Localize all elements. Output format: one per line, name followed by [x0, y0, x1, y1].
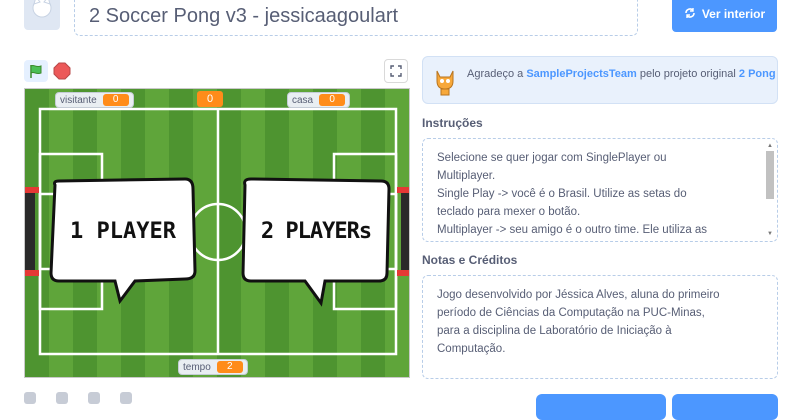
time-monitor: tempo 2 [178, 359, 248, 375]
green-flag-icon [28, 63, 44, 79]
center-score-monitor: 0 [197, 91, 223, 107]
scroll-up-arrow-icon[interactable]: ▲ [766, 142, 774, 150]
instructions-scrollbar[interactable] [766, 151, 774, 199]
remix-arrows-icon [684, 7, 696, 22]
remix-credit: Agradeço a SampleProjectsTeam pelo proje… [422, 56, 778, 104]
notes-heading: Notas e Créditos [422, 253, 517, 267]
one-player-label: 1 PLAYER [55, 219, 191, 244]
credit-middle: pelo projeto original [637, 68, 739, 80]
visitor-score: 0 [103, 94, 129, 106]
instructions-line: teclado para mexer o botão. [437, 203, 761, 221]
notes-line: para a disciplina de Laboratório de Inic… [437, 322, 761, 340]
home-label: casa [292, 95, 313, 106]
bottom-action-button[interactable] [536, 394, 666, 420]
notes-line: Computação. [437, 340, 761, 358]
remix-icon [88, 392, 100, 404]
time-label: tempo [183, 362, 211, 373]
stop-icon [53, 62, 71, 80]
time-value: 2 [217, 361, 243, 373]
instructions-line: Multiplayer. [437, 167, 761, 185]
project-stage[interactable]: visitante 0 0 casa 0 tempo 2 1 PLAYER 2 … [24, 88, 410, 378]
two-players-label: 2 PLAYERs [243, 219, 389, 244]
project-title-input[interactable]: 2 Soccer Pong v3 - jessicaagoulart [74, 0, 638, 36]
visitor-score-monitor: visitante 0 [55, 92, 134, 108]
credit-team-link[interactable]: SampleProjectsTeam [526, 68, 636, 80]
notes-line: período de Ciências da Computação na PUC… [437, 304, 761, 322]
notes-textarea[interactable]: Jogo desenvolvido por Jéssica Alves, alu… [422, 275, 778, 379]
see-inside-button[interactable]: Ver interior [672, 0, 777, 32]
center-score: 0 [197, 91, 223, 107]
stop-button[interactable] [52, 61, 72, 81]
views-icon [120, 392, 132, 404]
green-flag-button[interactable] [24, 60, 48, 82]
fullscreen-icon [390, 65, 402, 77]
visitor-label: visitante [60, 95, 97, 106]
instructions-line: Single Play -> você é o Brasil. Utilize … [437, 185, 761, 203]
see-inside-label: Ver interior [702, 7, 765, 21]
scroll-down-arrow-icon[interactable]: ▼ [766, 230, 774, 238]
scratch-cat-icon [431, 67, 459, 102]
project-stats-row [24, 392, 132, 404]
instructions-line: Multiplayer -> seu amigo é o outro time.… [437, 221, 761, 239]
fullscreen-button[interactable] [384, 59, 408, 83]
author-avatar[interactable] [24, 0, 60, 30]
credit-project-link[interactable]: 2 Pong [739, 68, 776, 80]
home-score: 0 [319, 94, 345, 106]
notes-line: Jogo desenvolvido por Jéssica Alves, alu… [437, 286, 761, 304]
credit-prefix: Agradeço a [467, 68, 526, 80]
instructions-heading: Instruções [422, 116, 483, 130]
favorite-icon[interactable] [56, 392, 68, 404]
love-icon[interactable] [24, 392, 36, 404]
instructions-textarea[interactable]: Selecione se quer jogar com SinglePlayer… [422, 138, 778, 242]
instructions-line: Selecione se quer jogar com SinglePlayer… [437, 149, 761, 167]
home-score-monitor: casa 0 [287, 92, 350, 108]
bottom-action-button-2[interactable] [672, 394, 778, 420]
